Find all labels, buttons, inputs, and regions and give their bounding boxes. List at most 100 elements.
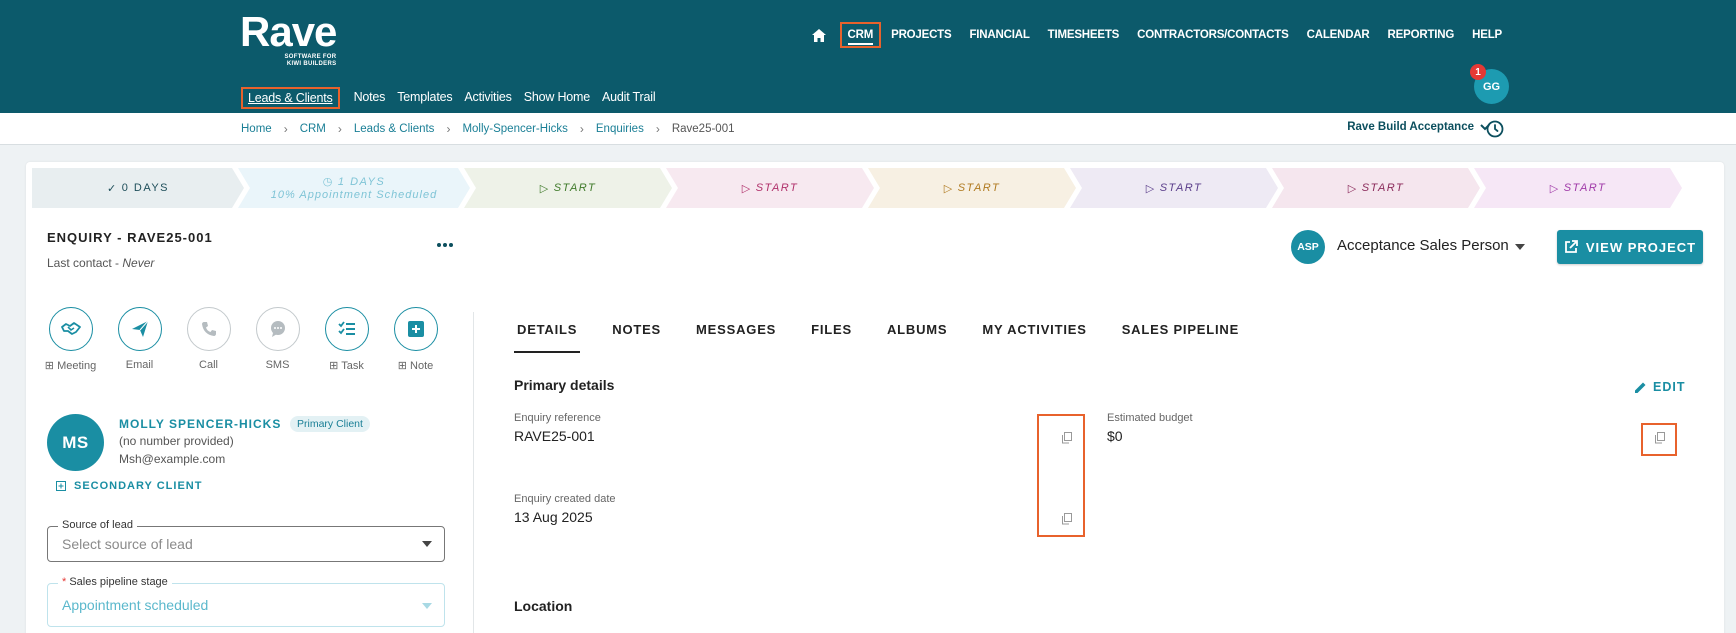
client-phone: (no number provided): [119, 434, 234, 448]
subnav-notes[interactable]: Notes: [348, 87, 392, 109]
created-date-label: Enquiry created date: [514, 493, 616, 505]
company-selector[interactable]: Rave Build Acceptance: [1347, 121, 1490, 133]
nav-contractors-contacts[interactable]: CONTRACTORS/CONTACTS: [1129, 25, 1296, 45]
edit-button[interactable]: EDIT: [1634, 380, 1685, 394]
sales-pipeline-stage-select[interactable]: * Sales pipeline stage Appointment sched…: [47, 576, 445, 627]
enquiry-reference-value: RAVE25-001: [514, 428, 595, 444]
rave-logo[interactable]: Rave SOFTWARE FOR KIWI BUILDERS: [240, 11, 337, 68]
phone-icon[interactable]: [186, 307, 231, 351]
secondary-client-label: SECONDARY CLIENT: [74, 480, 203, 492]
client-name-link[interactable]: MOLLY SPENCER-HICKS: [119, 417, 281, 431]
tab-files[interactable]: FILES: [808, 316, 855, 353]
tab-albums[interactable]: ALBUMS: [884, 316, 950, 353]
view-project-label: VIEW PROJECT: [1585, 239, 1697, 255]
pipeline-stage-label: ▷ START: [741, 182, 799, 195]
task-action[interactable]: ⊞ Task: [324, 307, 369, 372]
email-action[interactable]: Email: [117, 307, 162, 372]
add-box-icon: [56, 481, 66, 491]
estimated-budget-label: Estimated budget: [1107, 412, 1193, 424]
pipeline-stage[interactable]: ◷ 1 DAYS 10% Appointment Scheduled: [238, 168, 470, 208]
estimated-budget-value: $0: [1107, 428, 1123, 444]
chat-icon[interactable]: [255, 307, 300, 351]
breadcrumb-current: Rave25-001: [671, 123, 735, 135]
tab-notes[interactable]: NOTES: [609, 316, 664, 353]
subnav-leads-clients[interactable]: Leads & Clients: [241, 87, 340, 109]
nav-timesheets[interactable]: TIMESHEETS: [1040, 25, 1127, 45]
source-of-lead-select[interactable]: Source of lead Select source of lead: [47, 519, 445, 562]
pencil-icon: [1635, 382, 1646, 393]
add-secondary-client-button[interactable]: SECONDARY CLIENT: [56, 480, 202, 492]
pipeline-stage[interactable]: ▷ START: [1272, 168, 1480, 208]
play-icon: ▷: [943, 182, 954, 195]
subnav-templates[interactable]: Templates: [391, 87, 458, 109]
pipeline-stage[interactable]: ✓ 0 DAYS: [32, 168, 244, 208]
nav-help[interactable]: HELP: [1464, 25, 1510, 45]
nav-projects[interactable]: PROJECTS: [883, 25, 959, 45]
tab-details[interactable]: DETAILS: [514, 316, 581, 353]
pipeline-stage[interactable]: ▷ START: [666, 168, 874, 208]
call-action[interactable]: Call: [186, 307, 231, 372]
tab-my-activities[interactable]: MY ACTIVITIES: [979, 316, 1089, 353]
assignee-dropdown-icon[interactable]: [1515, 244, 1525, 250]
pipeline-stage-label: ▷ START: [1347, 182, 1405, 195]
nav-calendar[interactable]: CALENDAR: [1299, 25, 1378, 45]
play-icon: ▷: [1347, 182, 1358, 195]
play-icon: ▷: [741, 182, 752, 195]
dropdown-arrow-icon: [422, 603, 432, 609]
primary-client-badge: Primary Client: [290, 416, 370, 432]
subnav-show-home[interactable]: Show Home: [518, 87, 596, 109]
sms-label: SMS: [265, 359, 290, 371]
open-in-new-icon: [1564, 240, 1578, 253]
edit-label: EDIT: [1653, 380, 1686, 394]
breadcrumb-home[interactable]: Home: [241, 123, 272, 135]
copy-enquiry-reference-icon[interactable]: [1061, 431, 1073, 444]
send-icon[interactable]: [117, 307, 162, 351]
more-options-icon[interactable]: [434, 236, 456, 254]
subnav-activities[interactable]: Activities: [458, 87, 517, 109]
breadcrumb-separator-icon: ›: [337, 122, 342, 136]
breadcrumb-crm[interactable]: CRM: [300, 123, 326, 135]
copy-estimated-budget-icon[interactable]: [1654, 431, 1666, 444]
checklist-icon[interactable]: [324, 307, 369, 351]
notification-badge[interactable]: 1: [1470, 64, 1486, 80]
handshake-icon[interactable]: [48, 307, 93, 351]
tab-sales-pipeline[interactable]: SALES PIPELINE: [1119, 316, 1242, 353]
enquiry-title: ENQUIRY - RAVE25-001: [47, 230, 213, 245]
history-icon[interactable]: [1486, 120, 1504, 138]
enquiry-reference-label: Enquiry reference: [514, 412, 601, 424]
pipeline-stage[interactable]: ▷ START: [464, 168, 672, 208]
breadcrumb: Home › CRM › Leads & Clients › Molly-Spe…: [241, 122, 734, 136]
breadcrumb-separator-icon: ›: [579, 122, 584, 136]
view-project-button[interactable]: VIEW PROJECT: [1557, 230, 1703, 264]
note-add-icon[interactable]: [393, 307, 438, 351]
nav-reporting[interactable]: REPORTING: [1380, 25, 1463, 45]
pipeline-stage[interactable]: ▷ START: [868, 168, 1076, 208]
nav-crm[interactable]: CRM: [839, 22, 882, 48]
play-icon: ▷: [539, 182, 550, 195]
pipeline-stage[interactable]: ▷ START: [1070, 168, 1278, 208]
breadcrumb-enquiries[interactable]: Enquiries: [596, 123, 644, 135]
meeting-action[interactable]: ⊞ Meeting: [45, 307, 96, 372]
assignee-name[interactable]: Acceptance Sales Person: [1337, 237, 1509, 254]
breadcrumb-leads-clients[interactable]: Leads & Clients: [354, 123, 435, 135]
company-name: Rave Build Acceptance: [1347, 121, 1474, 133]
copy-created-date-icon[interactable]: [1061, 512, 1073, 525]
note-action[interactable]: ⊞ Note: [393, 307, 438, 372]
play-icon: ▷: [1145, 182, 1156, 195]
quick-actions: ⊞ Meeting Email Call SMS ⊞ Task ⊞ Note: [45, 307, 438, 372]
sms-action[interactable]: SMS: [255, 307, 300, 372]
top-header: Rave SOFTWARE FOR KIWI BUILDERS CRM PROJ…: [0, 0, 1736, 113]
breadcrumb-client[interactable]: Molly-Spencer-Hicks: [462, 123, 567, 135]
nav-financial[interactable]: FINANCIAL: [961, 25, 1037, 45]
check-icon: ✓: [106, 182, 118, 195]
note-label: Note: [410, 360, 434, 372]
home-icon[interactable]: [809, 25, 829, 45]
created-date-value: 13 Aug 2025: [514, 509, 593, 525]
timer-icon: ◷: [322, 176, 334, 188]
pipeline-stage[interactable]: ▷ START: [1474, 168, 1682, 208]
tab-messages[interactable]: MESSAGES: [693, 316, 779, 353]
subnav-audit-trail[interactable]: Audit Trail: [596, 87, 661, 109]
task-label: Task: [341, 360, 364, 372]
breadcrumb-separator-icon: ›: [446, 122, 451, 136]
dropdown-arrow-icon: [422, 541, 432, 547]
